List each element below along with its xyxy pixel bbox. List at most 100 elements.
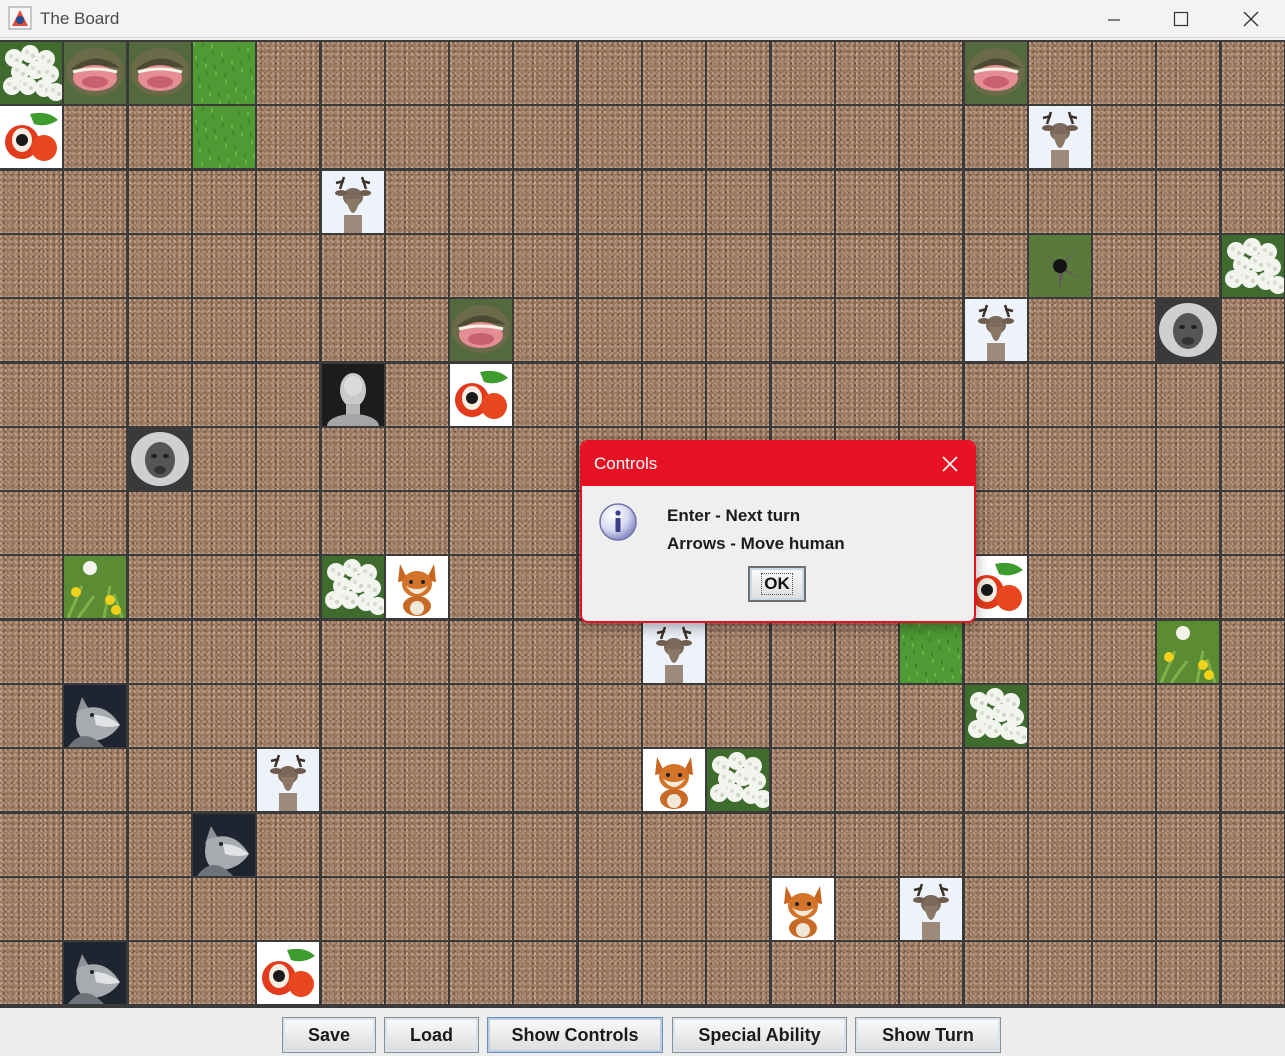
board-cell-empty[interactable] <box>64 878 126 940</box>
board-cell-empty[interactable] <box>579 299 641 361</box>
board-cell-empty[interactable] <box>129 492 191 554</box>
board-cell-empty[interactable] <box>772 621 834 683</box>
board-cell-empty[interactable] <box>900 171 962 233</box>
board-cell-empty[interactable] <box>64 749 126 811</box>
board-cell-antelope[interactable] <box>900 878 962 940</box>
board-cell-empty[interactable] <box>322 942 384 1004</box>
board-cell-empty[interactable] <box>579 235 641 297</box>
board-cell-empty[interactable] <box>772 814 834 876</box>
board-cell-empty[interactable] <box>322 235 384 297</box>
board-cell-hogweed[interactable] <box>0 42 62 104</box>
board-cell-empty[interactable] <box>1029 492 1091 554</box>
maximize-button[interactable] <box>1146 0 1216 38</box>
board-cell-empty[interactable] <box>643 106 705 168</box>
board-cell-empty[interactable] <box>836 364 898 426</box>
board-cell-empty[interactable] <box>900 685 962 747</box>
board-cell-empty[interactable] <box>707 42 769 104</box>
board-cell-empty[interactable] <box>0 556 62 618</box>
board-cell-empty[interactable] <box>450 685 512 747</box>
board-cell-empty[interactable] <box>129 685 191 747</box>
board-cell-empty[interactable] <box>193 171 255 233</box>
board-cell-fox[interactable] <box>772 878 834 940</box>
special-ability-button[interactable]: Special Ability <box>672 1017 847 1053</box>
board-cell-empty[interactable] <box>514 749 576 811</box>
board-cell-empty[interactable] <box>0 814 62 876</box>
board-cell-empty[interactable] <box>965 106 1027 168</box>
board-cell-empty[interactable] <box>193 299 255 361</box>
board-cell-empty[interactable] <box>1093 749 1155 811</box>
board-cell-empty[interactable] <box>1029 364 1091 426</box>
board-cell-empty[interactable] <box>257 878 319 940</box>
board-cell-empty[interactable] <box>193 621 255 683</box>
board-cell-empty[interactable] <box>579 106 641 168</box>
board-cell-empty[interactable] <box>64 235 126 297</box>
board-cell-empty[interactable] <box>579 878 641 940</box>
board-cell-empty[interactable] <box>514 235 576 297</box>
board-cell-empty[interactable] <box>579 364 641 426</box>
board-cell-empty[interactable] <box>1093 235 1155 297</box>
board-cell-empty[interactable] <box>129 235 191 297</box>
board-cell-empty[interactable] <box>64 171 126 233</box>
board-cell-empty[interactable] <box>836 299 898 361</box>
board-cell-empty[interactable] <box>1157 106 1219 168</box>
board-cell-empty[interactable] <box>643 878 705 940</box>
board-cell-empty[interactable] <box>386 814 448 876</box>
board-cell-empty[interactable] <box>1222 171 1284 233</box>
board-cell-empty[interactable] <box>772 235 834 297</box>
board-cell-empty[interactable] <box>1093 814 1155 876</box>
board-cell-empty[interactable] <box>1157 556 1219 618</box>
board-cell-empty[interactable] <box>386 942 448 1004</box>
board-cell-turtle[interactable] <box>450 299 512 361</box>
board-cell-empty[interactable] <box>386 428 448 490</box>
board-cell-empty[interactable] <box>707 685 769 747</box>
board-cell-empty[interactable] <box>0 364 62 426</box>
board-cell-empty[interactable] <box>836 621 898 683</box>
board-cell-empty[interactable] <box>450 556 512 618</box>
board-cell-empty[interactable] <box>193 942 255 1004</box>
board-cell-empty[interactable] <box>322 685 384 747</box>
board-cell-empty[interactable] <box>900 299 962 361</box>
board-cell-empty[interactable] <box>257 492 319 554</box>
board-cell-empty[interactable] <box>514 42 576 104</box>
board-cell-empty[interactable] <box>772 106 834 168</box>
board-cell-empty[interactable] <box>129 364 191 426</box>
board-cell-empty[interactable] <box>450 428 512 490</box>
board-cell-empty[interactable] <box>129 878 191 940</box>
board-cell-empty[interactable] <box>772 299 834 361</box>
board-cell-empty[interactable] <box>64 299 126 361</box>
board-cell-empty[interactable] <box>193 878 255 940</box>
board-cell-empty[interactable] <box>1222 299 1284 361</box>
board-cell-empty[interactable] <box>836 42 898 104</box>
board-cell-empty[interactable] <box>129 621 191 683</box>
board-cell-empty[interactable] <box>257 42 319 104</box>
board-cell-empty[interactable] <box>386 42 448 104</box>
board-cell-empty[interactable] <box>1222 621 1284 683</box>
board-cell-empty[interactable] <box>836 106 898 168</box>
board-cell-empty[interactable] <box>450 492 512 554</box>
board-cell-empty[interactable] <box>0 749 62 811</box>
board-cell-antelope[interactable] <box>257 749 319 811</box>
board-cell-turtle[interactable] <box>965 42 1027 104</box>
board-cell-empty[interactable] <box>193 235 255 297</box>
board-cell-empty[interactable] <box>965 235 1027 297</box>
board-cell-empty[interactable] <box>707 171 769 233</box>
board-cell-empty[interactable] <box>1093 942 1155 1004</box>
board-cell-empty[interactable] <box>322 878 384 940</box>
board-cell-empty[interactable] <box>1157 235 1219 297</box>
board-cell-empty[interactable] <box>836 235 898 297</box>
board-cell-empty[interactable] <box>64 364 126 426</box>
load-button[interactable]: Load <box>384 1017 479 1053</box>
board-cell-empty[interactable] <box>322 428 384 490</box>
board-cell-guarana[interactable] <box>0 106 62 168</box>
board-cell-empty[interactable] <box>1222 814 1284 876</box>
board-cell-empty[interactable] <box>1093 492 1155 554</box>
close-window-button[interactable] <box>1216 0 1285 38</box>
board-cell-empty[interactable] <box>707 621 769 683</box>
board-cell-empty[interactable] <box>965 878 1027 940</box>
board-cell-empty[interactable] <box>643 235 705 297</box>
board-cell-empty[interactable] <box>0 428 62 490</box>
board-cell-fox[interactable] <box>643 749 705 811</box>
board-cell-fox[interactable] <box>386 556 448 618</box>
board-cell-empty[interactable] <box>965 749 1027 811</box>
board-cell-empty[interactable] <box>64 428 126 490</box>
